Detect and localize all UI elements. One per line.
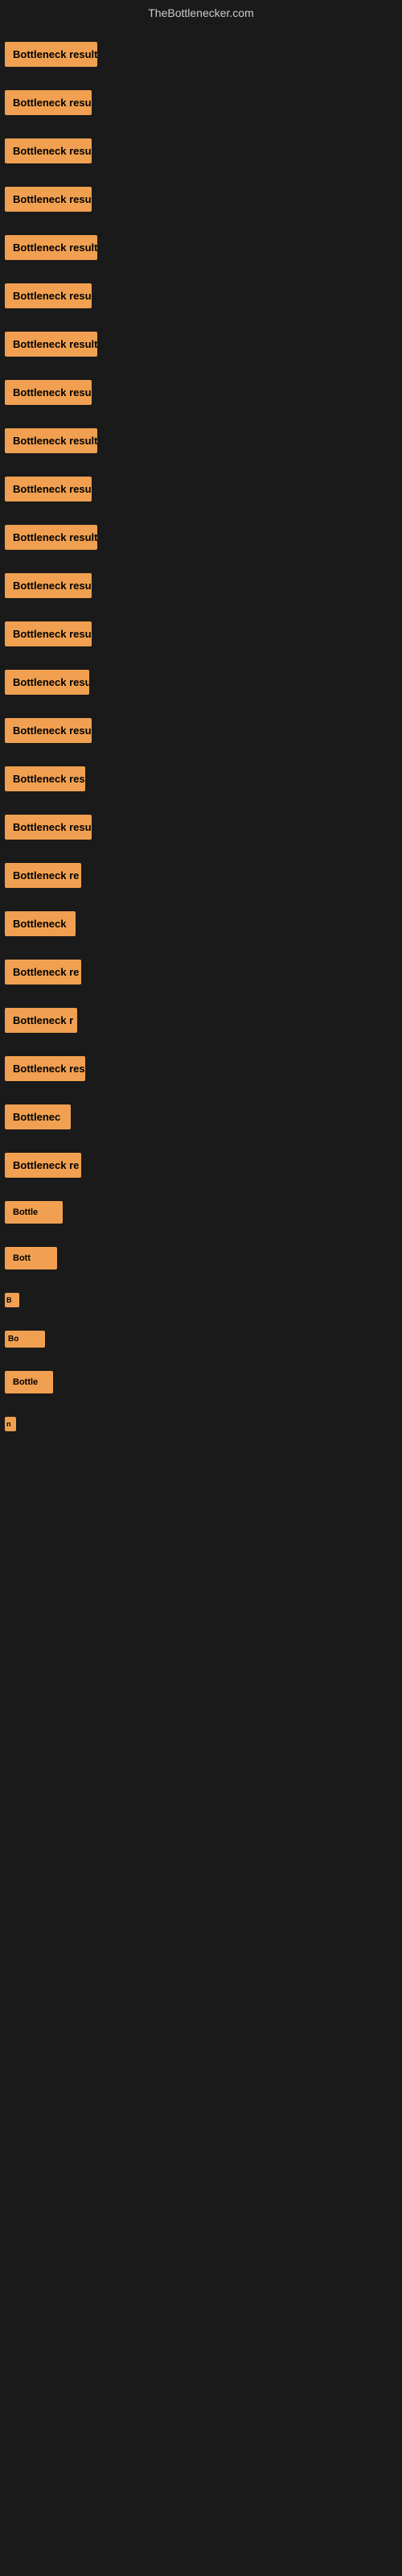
list-item: Bottleneck r	[0, 1000, 402, 1045]
site-title: TheBottlenecker.com	[148, 6, 254, 19]
list-item: Bottle	[0, 1363, 402, 1406]
bottleneck-result-badge[interactable]: n	[5, 1417, 16, 1431]
list-item: Bottleneck result	[0, 372, 402, 417]
list-item: Bottleneck result	[0, 82, 402, 127]
bottleneck-result-badge[interactable]: Bottleneck result	[5, 621, 92, 646]
list-item: Bottleneck result	[0, 565, 402, 610]
bottleneck-result-badge[interactable]: Bottleneck result	[5, 42, 97, 67]
list-item: Bottleneck result	[0, 613, 402, 658]
bottleneck-result-badge[interactable]: Bottleneck	[5, 911, 76, 936]
list-item: Bottleneck re	[0, 1145, 402, 1190]
list-item: B	[0, 1285, 402, 1319]
list-item: Bottleneck res	[0, 758, 402, 803]
list-item: Bottleneck result	[0, 469, 402, 514]
list-item: Bottleneck result	[0, 275, 402, 320]
bottleneck-result-badge[interactable]: Bottleneck result	[5, 90, 92, 115]
header: TheBottlenecker.com	[0, 0, 402, 27]
list-item: Bottleneck result	[0, 807, 402, 852]
bottleneck-result-badge[interactable]: Bottleneck result	[5, 187, 92, 212]
bottleneck-result-badge[interactable]: Bottlenec	[5, 1104, 71, 1129]
list-item: Bottleneck resu	[0, 1048, 402, 1093]
bottleneck-result-badge[interactable]: Bottleneck re	[5, 960, 81, 985]
bottleneck-result-badge[interactable]: Bottleneck result	[5, 428, 97, 453]
bottleneck-result-badge[interactable]: Bottleneck result	[5, 283, 92, 308]
bottleneck-result-badge[interactable]: Bottle	[5, 1371, 53, 1393]
bottleneck-result-badge[interactable]: Bottleneck result	[5, 718, 92, 743]
bottleneck-result-badge[interactable]: Bottleneck result	[5, 525, 97, 550]
bottleneck-result-badge[interactable]: Bottleneck re	[5, 1153, 81, 1178]
bottleneck-result-badge[interactable]: Bo	[5, 1331, 45, 1348]
list-item: Bottleneck result	[0, 710, 402, 755]
bottleneck-result-badge[interactable]: Bott	[5, 1247, 57, 1269]
bottleneck-result-badge[interactable]: Bottleneck resu	[5, 1056, 85, 1081]
list-item: Bottleneck result	[0, 517, 402, 562]
bottleneck-result-badge[interactable]: Bottleneck result	[5, 477, 92, 502]
list-item: Bo	[0, 1323, 402, 1360]
list-item: Bottleneck result	[0, 324, 402, 369]
bottleneck-result-badge[interactable]: Bottleneck result	[5, 332, 97, 357]
list-item: Bottleneck result	[0, 420, 402, 465]
list-item: n	[0, 1409, 402, 1443]
bottleneck-result-badge[interactable]: Bottleneck re	[5, 863, 81, 888]
bottleneck-result-badge[interactable]: B	[5, 1293, 19, 1307]
list-item: Bottleneck re	[0, 952, 402, 997]
list-item: Bottleneck	[0, 903, 402, 948]
list-item: Bottle	[0, 1193, 402, 1236]
bottleneck-result-badge[interactable]: Bottleneck result	[5, 573, 92, 598]
bottleneck-result-badge[interactable]: Bottleneck res	[5, 766, 85, 791]
list-item: Bottleneck re	[0, 855, 402, 900]
list-item: Bottleneck result	[0, 179, 402, 224]
bottleneck-result-badge[interactable]: Bottleneck result	[5, 380, 92, 405]
list-item: Bott	[0, 1239, 402, 1282]
bottleneck-result-badge[interactable]: Bottleneck result	[5, 235, 97, 260]
list-item: Bottlenec	[0, 1096, 402, 1141]
bottleneck-result-badge[interactable]: Bottleneck result	[5, 670, 89, 695]
bottleneck-result-badge[interactable]: Bottleneck result	[5, 815, 92, 840]
bottleneck-result-badge[interactable]: Bottleneck result	[5, 138, 92, 163]
list-item: Bottleneck result	[0, 34, 402, 79]
bottleneck-result-badge[interactable]: Bottleneck r	[5, 1008, 77, 1033]
items-container: Bottleneck result Bottleneck result Bottle…	[0, 27, 402, 1450]
list-item: Bottleneck result	[0, 662, 402, 707]
bottleneck-result-badge[interactable]: Bottle	[5, 1201, 63, 1224]
list-item: Bottleneck result	[0, 227, 402, 272]
list-item: Bottleneck result	[0, 130, 402, 175]
